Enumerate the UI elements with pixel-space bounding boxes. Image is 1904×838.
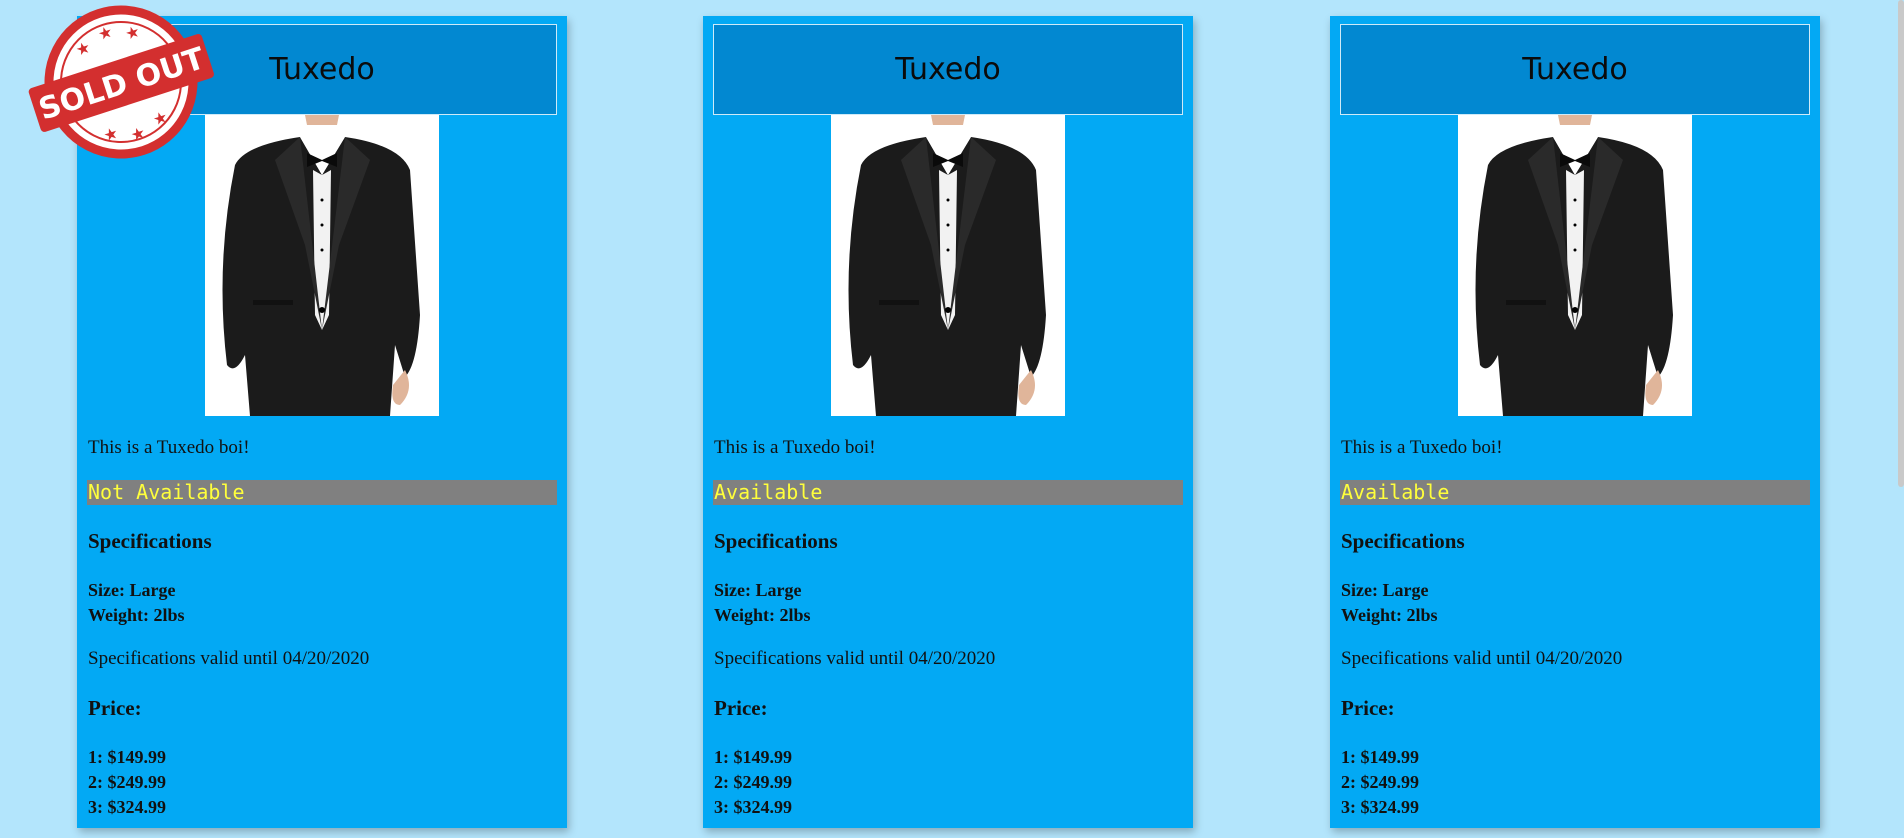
price-list: 1: $149.99 2: $249.99 3: $324.99: [88, 745, 166, 820]
specifications-heading: Specifications: [714, 529, 838, 553]
spec-weight: Weight: 2lbs: [714, 605, 811, 625]
price-heading: Price:: [88, 696, 142, 720]
specifications-validity: Specifications valid until 04/20/2020: [714, 648, 996, 669]
specifications-list: Size: Large Weight: 2lbs: [714, 578, 811, 628]
product-description: This is a Tuxedo boi!: [714, 437, 876, 458]
price-list: 1: $149.99 2: $249.99 3: $324.99: [714, 745, 792, 820]
price-tier-3: 3: $324.99: [88, 797, 166, 817]
vertical-scrollbar[interactable]: [1898, 0, 1904, 838]
price-tier-2: 2: $249.99: [88, 772, 166, 792]
availability-status: Available: [713, 480, 1183, 505]
tuxedo-figure-icon: [831, 115, 1065, 416]
product-card: Tuxedo This is a Tuxedo boi! Not Availab…: [77, 16, 567, 828]
product-description: This is a Tuxedo boi!: [88, 437, 250, 458]
tuxedo-figure-icon: [205, 115, 439, 416]
product-card: Tuxedo This is a Tuxedo boi! Available S…: [1330, 16, 1820, 828]
price-tier-1: 1: $149.99: [1341, 747, 1419, 767]
price-tier-3: 3: $324.99: [714, 797, 792, 817]
price-tier-3: 3: $324.99: [1341, 797, 1419, 817]
price-tier-2: 2: $249.99: [1341, 772, 1419, 792]
product-title: Tuxedo: [895, 52, 1001, 87]
price-tier-1: 1: $149.99: [88, 747, 166, 767]
product-card: Tuxedo This is a Tuxedo boi! Available S…: [703, 16, 1193, 828]
availability-status: Available: [1340, 480, 1810, 505]
price-tier-1: 1: $149.99: [714, 747, 792, 767]
card-header: Tuxedo: [1340, 24, 1810, 115]
spec-weight: Weight: 2lbs: [1341, 605, 1438, 625]
specifications-validity: Specifications valid until 04/20/2020: [88, 648, 370, 669]
specifications-heading: Specifications: [88, 529, 212, 553]
tuxedo-image: [831, 115, 1065, 416]
specifications-validity: Specifications valid until 04/20/2020: [1341, 648, 1623, 669]
scrollbar-thumb[interactable]: [1898, 0, 1904, 487]
price-heading: Price:: [714, 696, 768, 720]
availability-status: Not Available: [87, 480, 557, 505]
tuxedo-image: [205, 115, 439, 416]
spec-weight: Weight: 2lbs: [88, 605, 185, 625]
price-tier-2: 2: $249.99: [714, 772, 792, 792]
tuxedo-figure-icon: [1458, 115, 1692, 416]
specifications-list: Size: Large Weight: 2lbs: [88, 578, 185, 628]
specifications-heading: Specifications: [1341, 529, 1465, 553]
product-title: Tuxedo: [1522, 52, 1628, 87]
spec-size: Size: Large: [714, 580, 802, 600]
product-description: This is a Tuxedo boi!: [1341, 437, 1503, 458]
product-title: Tuxedo: [269, 52, 375, 87]
tuxedo-image: [1458, 115, 1692, 416]
card-header: Tuxedo: [87, 24, 557, 115]
price-heading: Price:: [1341, 696, 1395, 720]
spec-size: Size: Large: [1341, 580, 1429, 600]
product-page: Tuxedo This is a Tuxedo boi! Not Availab…: [0, 0, 1904, 838]
card-header: Tuxedo: [713, 24, 1183, 115]
price-list: 1: $149.99 2: $249.99 3: $324.99: [1341, 745, 1419, 820]
spec-size: Size: Large: [88, 580, 176, 600]
specifications-list: Size: Large Weight: 2lbs: [1341, 578, 1438, 628]
